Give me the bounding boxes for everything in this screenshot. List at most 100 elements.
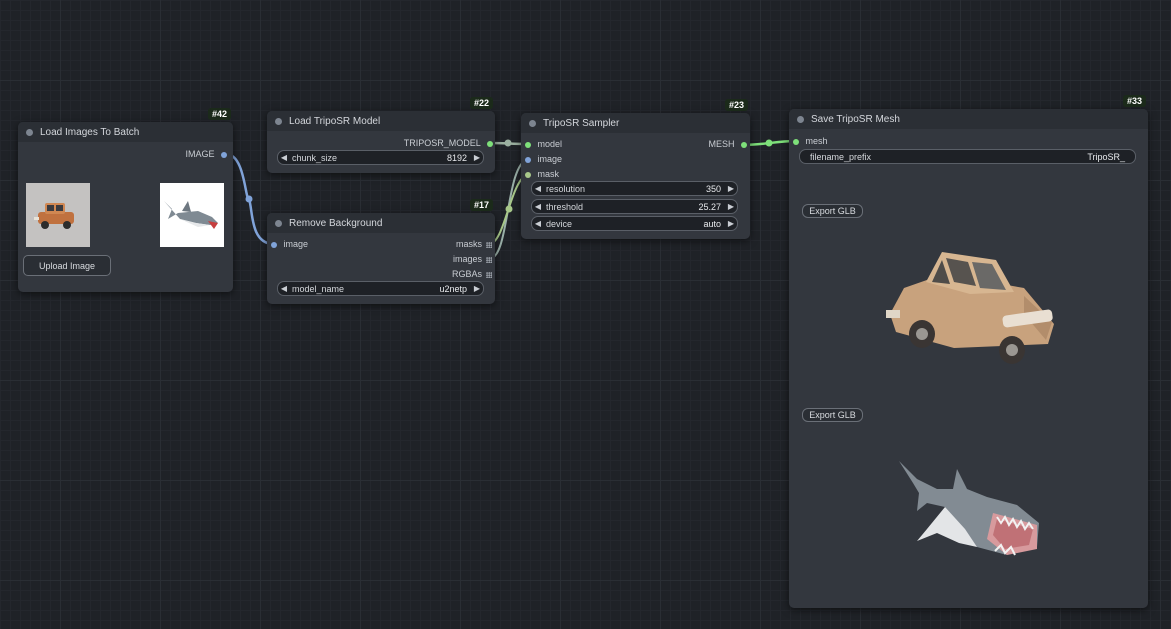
thumbnail-shark[interactable] (160, 183, 224, 247)
widget-label: threshold (546, 201, 584, 212)
upload-image-button[interactable]: Upload Image (23, 255, 111, 276)
input-label: model (537, 139, 563, 149)
node-load-triposr-model[interactable]: #22 Load TripoSR Model TRIPOSR_MODEL ◀ c… (267, 97, 495, 173)
input-slot-image[interactable]: image (271, 239, 308, 249)
car-mesh-icon (886, 252, 1054, 364)
widget-value[interactable]: TripoSR_ (1087, 152, 1135, 162)
widget-resolution[interactable]: ◀ resolution 350 ▶ (531, 181, 738, 196)
widget-label: device (546, 218, 573, 229)
output-slot-images[interactable]: images (453, 254, 492, 264)
input-slot-model[interactable]: model (525, 139, 562, 149)
widget-label: resolution (546, 183, 586, 194)
collapse-dot-icon[interactable] (26, 128, 33, 136)
collapse-dot-icon[interactable] (529, 119, 536, 127)
grid-dot-icon[interactable] (486, 241, 492, 248)
output-dot-icon[interactable] (741, 141, 747, 148)
node-id-badge: #23 (724, 99, 748, 111)
reroute-dot (505, 205, 513, 213)
widget-label: chunk_size (292, 152, 338, 163)
preview-car-mesh[interactable] (884, 244, 1064, 374)
node-load-images-to-batch[interactable]: #42 Load Images To Batch IMAGE Upload Im… (18, 108, 233, 292)
grid-dot-icon[interactable] (486, 256, 492, 263)
widget-model-name[interactable]: ◀ model_name u2netp ▶ (277, 281, 484, 296)
node-remove-background[interactable]: #17 Remove Background image masks images… (267, 199, 495, 304)
widget-label: model_name (292, 283, 345, 294)
output-label: images (452, 254, 482, 264)
input-dot-icon[interactable] (525, 156, 531, 163)
output-slot-image[interactable]: IMAGE (185, 149, 227, 159)
collapse-dot-icon[interactable] (797, 115, 804, 123)
widget-label: filename_prefix (810, 151, 872, 162)
input-dot-icon[interactable] (525, 171, 531, 178)
node-title: Remove Background (289, 217, 383, 229)
node-title: Load TripoSR Model (289, 115, 381, 127)
grid-dot-icon[interactable] (486, 271, 492, 278)
export-glb-button[interactable]: Export GLB (802, 204, 863, 218)
output-dot-icon[interactable] (221, 151, 227, 158)
input-slot-mesh[interactable]: mesh (793, 136, 828, 146)
widget-threshold[interactable]: ◀ threshold 25.27 ▶ (531, 199, 738, 214)
reroute-dot (245, 195, 253, 203)
widget-filename-prefix[interactable]: filename_prefix TripoSR_ (799, 149, 1136, 164)
output-dot-icon[interactable] (487, 140, 493, 147)
node-title-bar[interactable]: Load TripoSR Model (267, 111, 495, 131)
car-thumbnail-icon (26, 183, 90, 247)
input-dot-icon[interactable] (271, 241, 277, 248)
preview-shark-mesh[interactable] (897, 459, 1047, 569)
shark-thumbnail-icon (160, 183, 224, 247)
input-slot-image[interactable]: image (525, 154, 562, 164)
widget-value[interactable]: 25.27 (698, 202, 725, 212)
input-label: image (537, 154, 563, 164)
thumbnail-car[interactable] (26, 183, 90, 247)
widget-value[interactable]: auto (703, 219, 725, 229)
increment-arrow-icon[interactable]: ▶ (725, 219, 737, 228)
node-title-bar[interactable]: TripoSR Sampler (521, 113, 750, 133)
collapse-dot-icon[interactable] (275, 117, 282, 125)
widget-device[interactable]: ◀ device auto ▶ (531, 216, 738, 231)
node-title: Save TripoSR Mesh (811, 113, 900, 125)
output-label: MESH (708, 139, 735, 149)
node-save-triposr-mesh[interactable]: #33 Save TripoSR Mesh mesh filename_pref… (789, 95, 1148, 608)
node-id-badge: #42 (207, 108, 231, 120)
decrement-arrow-icon[interactable]: ◀ (532, 202, 544, 211)
node-title-bar[interactable]: Remove Background (267, 213, 495, 233)
shark-mesh-icon (899, 461, 1039, 556)
node-title: Load Images To Batch (40, 126, 140, 138)
increment-arrow-icon[interactable]: ▶ (725, 202, 737, 211)
decrement-arrow-icon[interactable]: ◀ (532, 219, 544, 228)
input-label: image (283, 239, 309, 249)
input-dot-icon[interactable] (793, 138, 799, 145)
link-mesh-to-save (741, 139, 797, 147)
widget-value[interactable]: 8192 (447, 153, 471, 163)
collapse-dot-icon[interactable] (275, 219, 282, 227)
output-label: RGBAs (451, 269, 482, 279)
output-label: masks (455, 239, 482, 249)
increment-arrow-icon[interactable]: ▶ (471, 284, 483, 293)
reroute-dot (765, 139, 773, 147)
input-slot-mask[interactable]: mask (525, 169, 559, 179)
node-triposr-sampler[interactable]: #23 TripoSR Sampler model image mask MES… (521, 99, 750, 239)
widget-value[interactable]: 350 (706, 184, 725, 194)
widget-value[interactable]: u2netp (439, 284, 471, 294)
decrement-arrow-icon[interactable]: ◀ (278, 284, 290, 293)
output-slot-mesh[interactable]: MESH (708, 139, 747, 149)
widget-chunk-size[interactable]: ◀ chunk_size 8192 ▶ (277, 150, 484, 165)
increment-arrow-icon[interactable]: ▶ (725, 184, 737, 193)
input-dot-icon[interactable] (525, 141, 531, 148)
increment-arrow-icon[interactable]: ▶ (471, 153, 483, 162)
node-title-bar[interactable]: Save TripoSR Mesh (789, 109, 1148, 129)
node-title-bar[interactable]: Load Images To Batch (18, 122, 233, 142)
output-label: TRIPOSR_MODEL (403, 138, 481, 148)
link-image-to-remove-bg (225, 152, 274, 246)
output-slot-masks[interactable]: masks (456, 239, 492, 249)
output-slot-triposr-model[interactable]: TRIPOSR_MODEL (404, 138, 493, 148)
node-id-badge: #22 (469, 97, 493, 109)
reroute-dot (504, 139, 512, 147)
node-id-badge: #33 (1122, 95, 1146, 107)
export-glb-button[interactable]: Export GLB (802, 408, 863, 422)
decrement-arrow-icon[interactable]: ◀ (532, 184, 544, 193)
decrement-arrow-icon[interactable]: ◀ (278, 153, 290, 162)
input-label: mask (537, 169, 560, 179)
output-slot-rgbas[interactable]: RGBAs (452, 269, 492, 279)
output-label: IMAGE (185, 149, 215, 159)
